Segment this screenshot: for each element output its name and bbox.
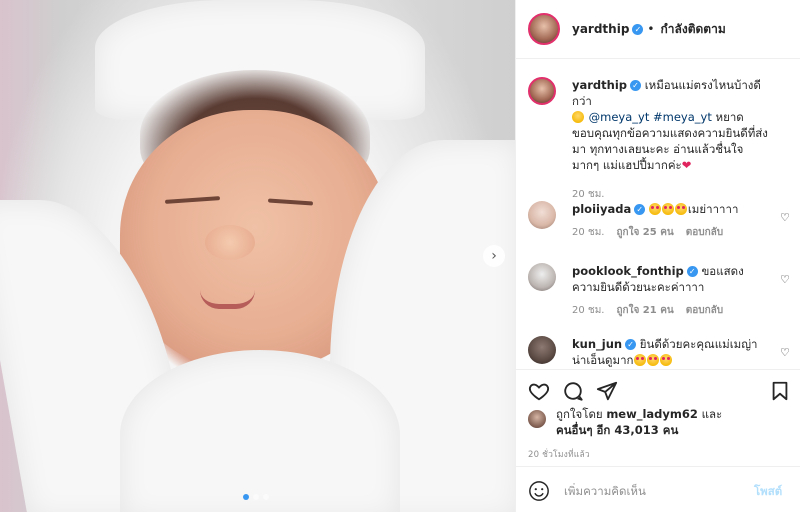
separator-dot: • <box>647 22 655 36</box>
post-photo[interactable]: › <box>0 0 515 512</box>
verified-icon: ✓ <box>686 266 698 277</box>
comment-body: pooklook_fonthip ✓ ขอแสดงความยินดีด้วยนะค… <box>572 263 770 319</box>
comment-text: เมย่าาาาา <box>687 202 739 216</box>
comment-username[interactable]: ploiiyada <box>572 202 631 216</box>
heart-eyes-emoji-icon <box>633 354 646 366</box>
chevron-right-icon: › <box>491 248 497 264</box>
mention-link[interactable]: @meya_yt <box>589 110 650 124</box>
comment-item: kun_jun ✓ ยินดีด้วยคะคุณแม่เมญ่า น่าเอ็นด… <box>528 336 790 369</box>
follow-status-button[interactable]: กำลังติดตาม <box>661 20 726 39</box>
comment-likes[interactable]: ถูกใจ 25 คน <box>616 227 673 238</box>
red-heart-icon: ❤ <box>681 158 692 172</box>
liker-avatar[interactable] <box>528 410 546 428</box>
comment-input[interactable]: เพิ่มความคิดเห็น <box>564 483 646 501</box>
liker-username[interactable]: mew_ladym62 <box>606 407 698 421</box>
author-avatar[interactable] <box>528 13 560 45</box>
reply-button[interactable]: ตอบกลับ <box>686 227 723 238</box>
caption-body: yardthip ✓ เหมือนแม่ตรงไหนบ้างดีกว่า @mey… <box>572 77 770 203</box>
verified-icon: ✓ <box>625 339 637 350</box>
author-username[interactable]: yardthip <box>572 22 629 36</box>
comments-list[interactable]: yardthip ✓ เหมือนแม่ตรงไหนบ้างดีกว่า @mey… <box>516 59 800 369</box>
comment-like-heart-icon[interactable]: ♡ <box>780 346 792 359</box>
comment-like-heart-icon[interactable]: ♡ <box>780 273 792 286</box>
add-comment-bar: เพิ่มความคิดเห็น โพสต์ <box>516 466 800 513</box>
comment-meta: 20 ชม. ถูกใจ 21 คน ตอบกลับ <box>572 303 770 319</box>
comment-item: ploiiyada ✓ เมย่าาาาา 20 ชม. ถูกใจ 25 คน ตอ… <box>528 201 790 251</box>
verified-icon: ✓ <box>634 204 646 215</box>
smile-icon[interactable] <box>528 480 550 502</box>
comment-avatar[interactable] <box>528 201 556 229</box>
post-comment-button[interactable]: โพสต์ <box>754 483 782 501</box>
heart-eyes-emoji-icon <box>646 354 659 366</box>
caption-line2: ขอบคุณทุกข้อความแสดงความยินดีที่ส่งมา ทุ… <box>572 126 768 172</box>
comment-username[interactable]: kun_jun <box>572 337 622 351</box>
towel-bottom <box>120 350 400 512</box>
comment-like-heart-icon[interactable]: ♡ <box>780 211 792 224</box>
heart-icon[interactable] <box>528 380 550 402</box>
post-header: yardthip ✓ • กำลังติดตาม <box>516 0 800 59</box>
comment-username[interactable]: pooklook_fonthip <box>572 264 684 278</box>
caption-avatar[interactable] <box>528 77 556 105</box>
likes-prefix: ถูกใจโดย <box>556 407 603 421</box>
carousel-dot-1 <box>243 494 249 500</box>
post-actions <box>516 369 800 410</box>
comment-avatar[interactable] <box>528 263 556 291</box>
caption-tail: หยาด <box>715 110 744 124</box>
caption-time: 20 ชม. <box>572 189 605 200</box>
comment-bubble-icon[interactable] <box>562 380 584 402</box>
grin-emoji-icon <box>572 111 584 123</box>
paper-plane-icon[interactable] <box>596 380 618 402</box>
comment-body: kun_jun ✓ ยินดีด้วยคะคุณแม่เมญ่า น่าเอ็นด… <box>572 336 770 368</box>
comment-likes[interactable]: ถูกใจ 21 คน <box>616 305 673 316</box>
heart-eyes-emoji-icon <box>661 203 674 215</box>
heart-eyes-emoji-icon <box>659 354 672 366</box>
next-photo-button[interactable]: › <box>483 245 505 267</box>
post-time-ago[interactable]: 20 ชั่วโมงที่แล้ว <box>528 447 590 461</box>
comment-time: 20 ชม. <box>572 227 605 238</box>
comment-meta: 20 ชม. ถูกใจ 25 คน ตอบกลับ <box>572 225 770 241</box>
likes-text: ถูกใจโดย mew_ladym62 และ คนอื่นๆ อีก 43,… <box>556 406 722 438</box>
carousel-dot-2 <box>253 494 259 500</box>
reply-button[interactable]: ตอบกลับ <box>686 305 723 316</box>
comment-item: pooklook_fonthip ✓ ขอแสดงความยินดีด้วยนะค… <box>528 263 790 323</box>
heart-eyes-emoji-icon <box>674 203 687 215</box>
likes-count-link[interactable]: คนอื่นๆ อีก 43,013 คน <box>556 423 678 437</box>
bookmark-icon[interactable] <box>769 380 791 402</box>
caption: yardthip ✓ เหมือนแม่ตรงไหนบ้างดีกว่า @mey… <box>528 77 788 200</box>
likes-and: และ <box>701 407 723 421</box>
post-panel: yardthip ✓ • กำลังติดตาม yardthip ✓ เหมือ… <box>515 0 800 512</box>
carousel-indicator <box>243 494 269 500</box>
comment-avatar[interactable] <box>528 336 556 364</box>
verified-icon: ✓ <box>632 23 644 35</box>
verified-icon: ✓ <box>630 80 642 91</box>
heart-eyes-emoji-icon <box>648 203 661 215</box>
carousel-dot-3 <box>263 494 269 500</box>
caption-username[interactable]: yardthip <box>572 78 627 92</box>
comment-body: ploiiyada ✓ เมย่าาาาา 20 ชม. ถูกใจ 25 คน ตอ… <box>572 201 770 241</box>
comment-time: 20 ชม. <box>572 305 605 316</box>
baby-nose <box>205 225 255 260</box>
hashtag-link[interactable]: #meya_yt <box>653 110 712 124</box>
